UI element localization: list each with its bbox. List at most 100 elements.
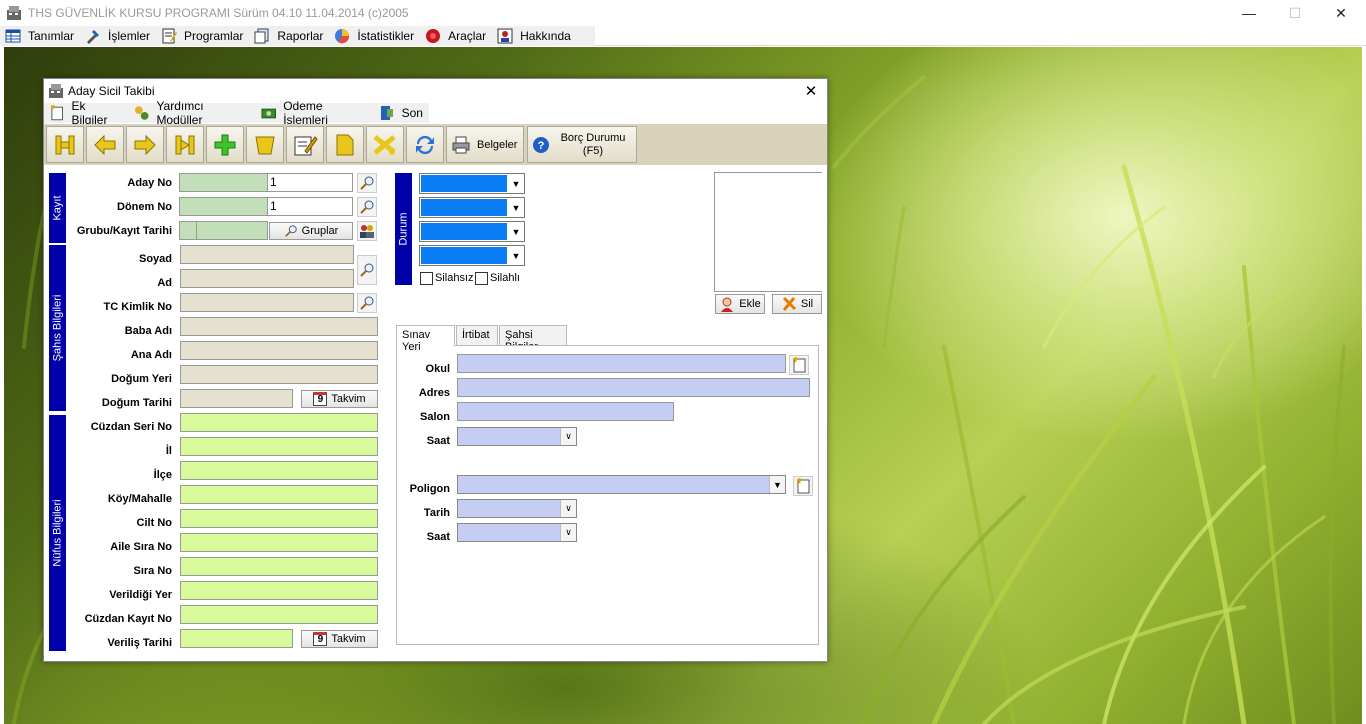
first-record-button[interactable] xyxy=(46,126,84,163)
minimize-button[interactable]: — xyxy=(1226,0,1272,26)
aday-no-search-button[interactable] xyxy=(357,173,377,193)
ekle-button[interactable]: Ekle xyxy=(715,294,765,314)
poligon-select[interactable]: ▼ xyxy=(457,475,786,494)
menu-hakkinda[interactable]: Hakkında xyxy=(492,26,577,46)
edit-record-button[interactable] xyxy=(286,126,324,163)
durum-select-4[interactable]: ▼ xyxy=(419,245,525,266)
menu-tanimlar-label: Tanımlar xyxy=(28,29,75,43)
tarih-select[interactable]: ∨ xyxy=(457,499,577,518)
salon-field[interactable] xyxy=(457,402,674,421)
verilis-tarihi-field[interactable] xyxy=(180,629,293,648)
modules-icon xyxy=(134,106,149,120)
previous-record-button[interactable] xyxy=(86,126,124,163)
menu-son[interactable]: Son xyxy=(374,103,429,123)
soyad-field[interactable] xyxy=(180,245,354,264)
sinav-yeri-panel: Okul Adres Salon Saat ∨ Poligon ▼ Tarih … xyxy=(396,345,819,645)
refresh-button[interactable] xyxy=(406,126,444,163)
menu-raporlar-label: Raporlar xyxy=(277,29,324,43)
sil-button[interactable]: Sil xyxy=(772,294,822,314)
menu-hakkinda-label: Hakkında xyxy=(520,29,571,43)
verilis-takvim-label: Takvim xyxy=(331,633,366,645)
menu-yardimci-moduller[interactable]: Yardımcı Modüller xyxy=(129,99,256,127)
exit-door-icon xyxy=(380,106,393,120)
menu-odeme-islemleri[interactable]: Odeme İşlemleri xyxy=(256,99,374,127)
section-nufus-label: Nüfus Bilgileri xyxy=(51,499,64,567)
menu-araclar-label: Araçlar xyxy=(448,29,487,43)
verilis-takvim-button[interactable]: 9 Takvim xyxy=(301,630,378,648)
tc-kimlik-label: TC Kimlik No xyxy=(103,301,172,313)
tab-sahsi-bilgiler[interactable]: Şahsi Bilgiler xyxy=(499,325,567,353)
dialog-close-button[interactable]: ✕ xyxy=(800,81,822,101)
donem-no-search-button[interactable] xyxy=(357,197,377,217)
saat-select[interactable]: ∨ xyxy=(457,427,577,446)
durum-select-2[interactable]: ▼ xyxy=(419,197,525,218)
adres-field[interactable] xyxy=(457,378,810,397)
name-search-button[interactable] xyxy=(357,255,377,285)
menu-islemler-label: İşlemler xyxy=(108,29,151,43)
menu-raporlar[interactable]: Raporlar xyxy=(249,26,329,46)
ana-adi-label: Ana Adı xyxy=(130,349,172,361)
chevron-down-icon: ∨ xyxy=(560,524,576,541)
borc-durumu-button[interactable]: ? Borç Durumu (F5) xyxy=(527,126,637,163)
saat2-select[interactable]: ∨ xyxy=(457,523,577,542)
menu-programlar-label: Programlar xyxy=(184,29,244,43)
menu-programlar[interactable]: Programlar xyxy=(156,26,249,46)
money-icon xyxy=(261,108,276,119)
ad-field[interactable] xyxy=(180,269,354,288)
dogum-tarihi-field[interactable] xyxy=(180,389,293,408)
cut-button[interactable] xyxy=(366,126,404,163)
document-icon xyxy=(336,134,354,155)
verildigi-yer-field[interactable] xyxy=(180,581,378,600)
tab-irtibat[interactable]: İrtibat xyxy=(456,325,498,345)
menu-tanimlar[interactable]: Tanımlar xyxy=(0,26,80,46)
baba-adi-field[interactable] xyxy=(180,317,378,336)
dialog-app-icon xyxy=(49,84,63,98)
saat2-label: Saat xyxy=(426,531,450,543)
silahsiz-checkbox[interactable] xyxy=(420,272,433,285)
section-durum-label: Durum xyxy=(397,212,410,246)
tc-kimlik-field[interactable] xyxy=(180,293,354,312)
aday-no-field[interactable]: 1 xyxy=(267,173,353,192)
calendar-icon: 9 xyxy=(313,632,328,646)
borc-durumu-label: Borç Durumu xyxy=(560,131,626,144)
last-record-button[interactable] xyxy=(166,126,204,163)
gruplar-button[interactable]: Gruplar xyxy=(269,222,353,240)
cuzdan-kayit-field[interactable] xyxy=(180,605,378,624)
poligon-add-button[interactable] xyxy=(793,476,813,496)
durum-select-1[interactable]: ▼ xyxy=(419,173,525,194)
okul-add-button[interactable] xyxy=(789,355,809,375)
silahli-label: Silahlı xyxy=(490,272,520,284)
document-button[interactable] xyxy=(326,126,364,163)
last-record-icon xyxy=(175,135,195,154)
menu-istatistikler[interactable]: İstatistikler xyxy=(329,26,420,46)
app-title-bar: THS GÜVENLİK KURSU PROGRAMI Sürüm 04.10 … xyxy=(0,0,1366,26)
menu-odeme-label: Odeme İşlemleri xyxy=(283,99,328,127)
cuzdan-kayit-label: Cüzdan Kayıt No xyxy=(84,613,172,625)
silahli-checkbox[interactable] xyxy=(475,272,488,285)
menu-araclar[interactable]: Araçlar xyxy=(420,26,492,46)
details-tabs: Sınav Yeri İrtibat Şahsi Bilgiler Okul A… xyxy=(396,325,819,645)
next-record-button[interactable] xyxy=(126,126,164,163)
grubu-field[interactable] xyxy=(179,221,197,240)
durum-select-3[interactable]: ▼ xyxy=(419,221,525,242)
sira-no-field[interactable] xyxy=(180,557,378,576)
close-button[interactable]: ✕ xyxy=(1318,0,1364,26)
notepad-icon xyxy=(162,28,178,44)
belgeler-button[interactable]: Belgeler xyxy=(446,126,524,163)
kayit-tarihi-field[interactable] xyxy=(196,221,268,240)
donem-no-prefix-field[interactable] xyxy=(179,197,268,216)
tc-search-button[interactable] xyxy=(357,293,377,313)
save-record-button[interactable] xyxy=(246,126,284,163)
add-record-button[interactable] xyxy=(206,126,244,163)
dogum-yeri-label: Doğum Yeri xyxy=(111,373,172,385)
users-button[interactable] xyxy=(357,221,377,241)
okul-field[interactable] xyxy=(457,354,786,373)
donem-no-field[interactable]: 1 xyxy=(267,197,353,216)
ana-adi-field[interactable] xyxy=(180,341,378,360)
menu-islemler[interactable]: İşlemler xyxy=(80,26,156,46)
tab-sinav-yeri[interactable]: Sınav Yeri xyxy=(396,325,455,353)
ilce-field[interactable] xyxy=(180,461,378,480)
maximize-button[interactable]: ☐ xyxy=(1272,0,1318,26)
aday-no-prefix-field[interactable] xyxy=(179,173,268,192)
menu-ek-bilgiler[interactable]: Ek Bilgiler xyxy=(44,99,129,127)
